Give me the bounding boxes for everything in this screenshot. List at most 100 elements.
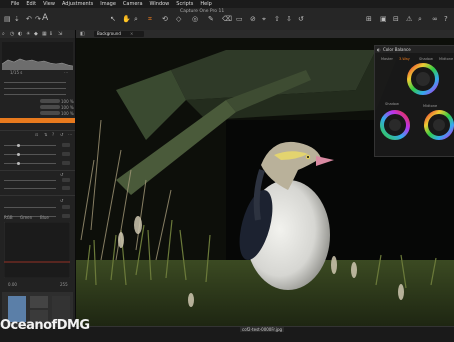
text-tool-icon[interactable]: A [42,13,48,23]
lens-tab-icon[interactable]: ◷ [10,31,14,37]
grid-view-icon[interactable]: ⊞ [366,15,372,23]
cb-tab-bar: Master 3-Way Shadow Midtone [375,56,454,62]
close-icon[interactable]: × [130,31,133,36]
tab-rgb[interactable]: RGB [4,215,13,220]
midtone-label: Midtone [423,104,438,108]
tab-blue[interactable]: Blue [40,215,49,220]
panel-icon: ◐ [377,47,381,52]
redo-icon[interactable]: ↷ [35,15,41,23]
shutter-readout: 1/15 s [10,70,23,75]
slider-track[interactable] [4,82,66,83]
help-small-icon[interactable]: ? [52,132,54,137]
zoom-tool-icon[interactable]: ⌕ [134,15,138,24]
value-field[interactable] [62,152,70,156]
menu-view[interactable]: View [43,1,55,7]
tab-midtone[interactable]: Midtone [439,57,453,61]
camera-tab-icon[interactable]: ⌕ [2,31,5,37]
picker-tool-icon[interactable]: ⊘ [250,15,256,23]
menu-image[interactable]: Image [100,1,116,7]
output-tab-icon[interactable]: ⇲ [58,31,62,37]
curve-input-value[interactable]: 0.00 [8,282,17,287]
thumbnail[interactable] [30,296,48,308]
menu-camera[interactable]: Camera [123,1,143,7]
slider-track[interactable] [4,180,56,181]
menu-window[interactable]: Window [150,1,170,7]
glasses-icon[interactable]: ∞ [432,15,438,23]
section-icon: ⊡ [35,132,39,137]
layers-tab-icon[interactable]: ▦ [42,31,47,37]
slider-knob[interactable] [17,153,20,156]
wb-picker-icon[interactable]: ⌖ [262,15,266,24]
value-field[interactable] [62,186,70,190]
gradient-tool-icon[interactable]: ▭ [236,15,243,23]
menu-file[interactable]: File [11,1,19,7]
brush-tool-icon[interactable]: ✎ [208,15,214,23]
divider [0,195,75,196]
reset-icon[interactable]: ↺ [298,15,304,23]
eraser-tool-icon[interactable]: ⌫ [222,15,232,23]
import-icon[interactable]: ⇣ [14,15,20,23]
menu-edit[interactable]: Edit [26,1,36,7]
tab-master[interactable]: Master [381,57,393,61]
viewer-icon[interactable]: ▣ [380,15,387,23]
copy-icon[interactable]: ⇅ [44,132,47,137]
sidebar-toggle-icon[interactable]: ◧ [80,31,85,37]
percent-field[interactable] [40,99,60,103]
slider-track[interactable] [4,145,56,146]
slider-track[interactable] [4,88,66,89]
spot-tool-icon[interactable]: ◎ [192,15,198,23]
library-icon[interactable]: ▤ [4,15,11,23]
value-field[interactable] [62,205,70,209]
loupe-icon[interactable]: ⌕ [418,15,422,24]
percent-field[interactable] [40,105,60,109]
color-wheels[interactable] [375,63,454,156]
keystone-tool-icon[interactable]: ◇ [176,15,181,23]
more-icon[interactable]: ⋯ [68,132,72,137]
menu-scripts[interactable]: Scripts [176,1,193,7]
rotate-tool-icon[interactable]: ⟲ [162,15,168,23]
crop-tool-icon[interactable]: ⌗ [148,15,152,24]
reset-small-icon[interactable]: ↺ [60,198,63,203]
slider-track[interactable] [4,94,66,95]
divider [0,170,75,171]
color-balance-panel: ◐ Color Balance Master 3-Way Shadow Midt… [374,45,454,157]
meta-tab-icon[interactable]: ℹ [50,31,52,37]
exposure-tab-icon[interactable]: ☀ [26,31,30,37]
reset-small-icon[interactable]: ↺ [60,132,63,137]
details-tab-icon[interactable]: ◆ [34,31,38,37]
tab-green[interactable]: Green [20,215,32,220]
menu-help[interactable]: Help [200,1,211,7]
slider-track[interactable] [4,188,56,189]
curve-output-value[interactable]: 255 [60,282,68,287]
curve-tab-bar: RGB Green Blue [0,214,75,220]
histogram [2,42,73,70]
slider-knob[interactable] [17,162,20,165]
slider-track[interactable] [4,163,56,164]
tab-background[interactable]: Background [94,31,144,37]
color-tab-icon[interactable]: ◐ [18,31,22,37]
percent-value: 100 % [61,111,74,116]
curve-editor[interactable] [4,222,70,278]
value-field[interactable] [62,143,70,147]
warning-icon[interactable]: ⚠ [406,15,412,23]
hist-settings-icon[interactable]: ⋯ [64,70,68,75]
percent-value: 100 % [61,105,74,110]
copy-adjust-icon[interactable]: ⇧ [274,15,280,23]
percent-field[interactable] [40,111,60,115]
compare-icon[interactable]: ⊟ [393,15,399,23]
slider-track[interactable] [4,207,56,208]
hand-tool-icon[interactable]: ✋ [122,15,131,23]
apply-adjust-icon[interactable]: ⇩ [286,15,292,23]
help-icon[interactable]: ? [444,15,448,23]
tab-3way[interactable]: 3-Way [399,57,410,61]
reset-small-icon[interactable]: ↺ [60,172,63,177]
slider-knob[interactable] [17,144,20,147]
menu-adjustments[interactable]: Adjustments [62,1,93,7]
value-field[interactable] [62,161,70,165]
undo-icon[interactable]: ↶ [26,15,32,23]
slider-track[interactable] [4,154,56,155]
cursor-tool-icon[interactable]: ↖ [110,15,116,23]
tab-shadow[interactable]: Shadow [419,57,433,61]
active-tool-bar[interactable] [0,118,75,123]
value-field[interactable] [62,178,70,182]
